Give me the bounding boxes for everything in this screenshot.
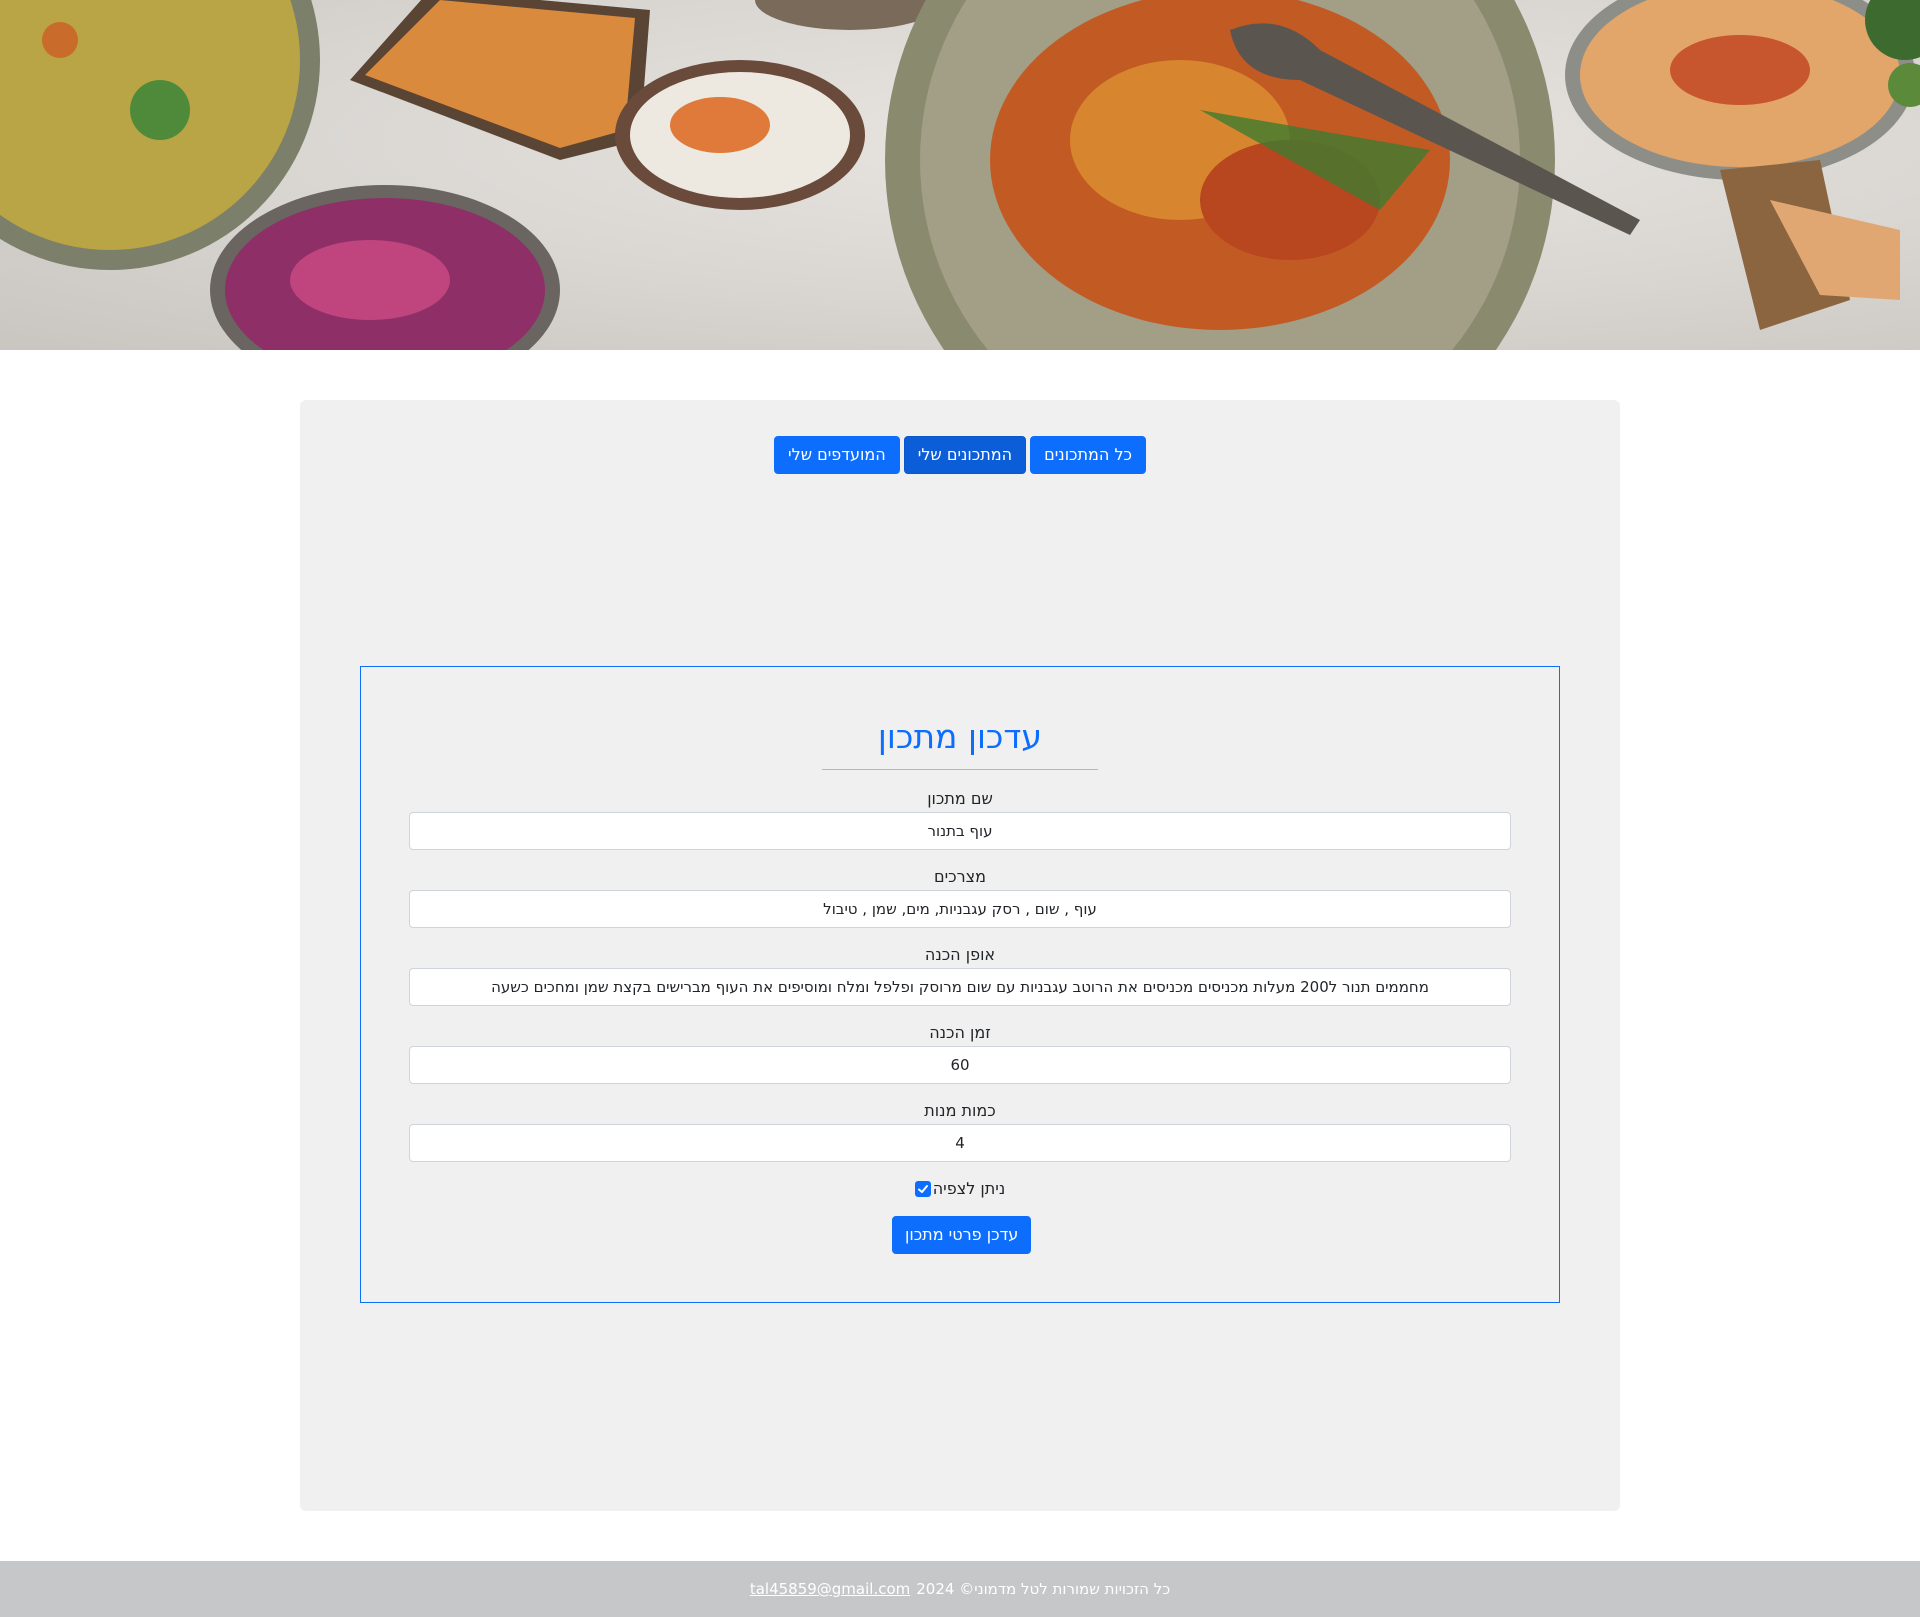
checkmark-icon [917, 1184, 928, 1193]
method-group: אופן הכנה [409, 945, 1511, 1006]
method-input[interactable] [409, 968, 1511, 1006]
hero-banner-image [0, 0, 1920, 350]
update-recipe-form: עדכון מתכון שם מתכון מצרכים אופן הכנה זמ… [360, 666, 1560, 1303]
recipe-name-label: שם מתכון [927, 789, 993, 808]
prep-time-label: זמן הכנה [929, 1023, 991, 1042]
tab-my-recipes[interactable]: המתכונים שלי [903, 436, 1027, 474]
update-recipe-button[interactable]: עדכן פרטי מתכון [892, 1216, 1032, 1254]
footer-email-link[interactable]: tal45859@gmail.com [750, 1580, 910, 1598]
servings-group: כמות מנות [409, 1101, 1511, 1162]
form-title: עדכון מתכון [877, 717, 1043, 756]
ingredients-group: מצרכים [409, 867, 1511, 928]
recipe-tabs: כל המתכונים המתכונים שלי המועדפים שלי [300, 436, 1620, 474]
visibility-checkbox[interactable] [914, 1180, 931, 1197]
servings-label: כמות מנות [924, 1101, 996, 1120]
recipe-name-group: שם מתכון [409, 789, 1511, 850]
servings-input[interactable] [409, 1124, 1511, 1162]
title-divider [822, 769, 1098, 770]
visibility-label: ניתן לצפיה [932, 1179, 1006, 1198]
food-spread-illustration [0, 0, 1920, 350]
recipe-name-input[interactable] [409, 812, 1511, 850]
tab-all-recipes[interactable]: כל המתכונים [1030, 436, 1146, 474]
visibility-row: ניתן לצפיה [361, 1179, 1559, 1198]
main-panel: כל המתכונים המתכונים שלי המועדפים שלי עד… [300, 400, 1620, 1511]
footer-copyright: כל הזכויות שמורות לטל מדמוני© 2024 [916, 1580, 1171, 1598]
site-footer: כל הזכויות שמורות לטל מדמוני© 2024 tal45… [0, 1561, 1920, 1617]
prep-time-group: זמן הכנה [409, 1023, 1511, 1084]
tab-my-favorites[interactable]: המועדפים שלי [774, 436, 900, 474]
method-label: אופן הכנה [924, 945, 996, 964]
ingredients-input[interactable] [409, 890, 1511, 928]
ingredients-label: מצרכים [933, 867, 987, 886]
prep-time-input[interactable] [409, 1046, 1511, 1084]
